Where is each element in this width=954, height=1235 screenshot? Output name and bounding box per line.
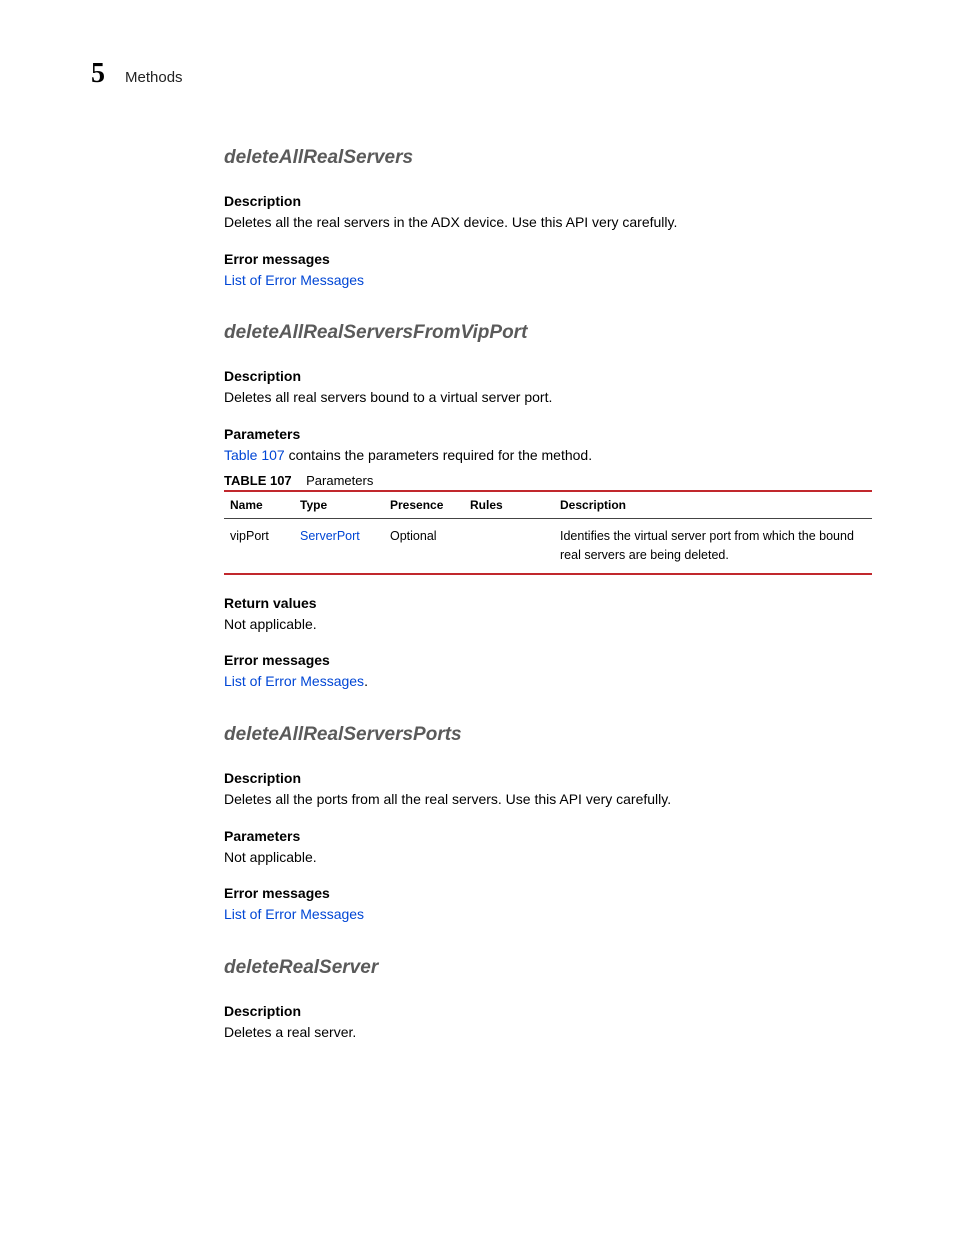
th-presence: Presence (384, 491, 464, 519)
table-caption-label: TABLE 107 (224, 473, 292, 488)
parameters-section: Parameters Not applicable. (224, 828, 872, 868)
error-link-wrapper: List of Error Messages. (224, 672, 872, 692)
description-section: Description Deletes all the real servers… (224, 193, 872, 233)
parameters-text: Not applicable. (224, 848, 872, 868)
description-section: Description Deletes all the ports from a… (224, 770, 872, 810)
parameters-intro: Table 107 contains the parameters requir… (224, 446, 872, 466)
main-content: deleteAllRealServers Description Deletes… (224, 135, 872, 1074)
th-description: Description (554, 491, 872, 519)
method-title: deleteAllRealServersFromVipPort (224, 322, 872, 344)
error-section: Error messages List of Error Messages. (224, 652, 872, 692)
return-label: Return values (224, 595, 872, 611)
description-label: Description (224, 193, 872, 209)
td-name: vipPort (224, 519, 294, 574)
table-row: vipPort ServerPort Optional Identifies t… (224, 519, 872, 574)
description-text: Deletes a real server. (224, 1023, 872, 1043)
method-deleteRealServer: deleteRealServer Description Deletes a r… (224, 957, 872, 1043)
td-rules (464, 519, 554, 574)
table-caption-text: Parameters (306, 473, 373, 488)
td-type: ServerPort (294, 519, 384, 574)
page-header: 5 Methods (91, 58, 183, 90)
parameters-section: Parameters Table 107 contains the parame… (224, 426, 872, 575)
error-section: Error messages List of Error Messages (224, 885, 872, 925)
error-label: Error messages (224, 652, 872, 668)
description-text: Deletes all real servers bound to a virt… (224, 388, 872, 408)
description-label: Description (224, 368, 872, 384)
table-header-row: Name Type Presence Rules Description (224, 491, 872, 519)
th-rules: Rules (464, 491, 554, 519)
description-section: Description Deletes a real server. (224, 1003, 872, 1043)
method-title: deleteAllRealServers (224, 147, 872, 169)
method-deleteAllRealServersFromVipPort: deleteAllRealServersFromVipPort Descript… (224, 322, 872, 692)
parameters-intro-text: contains the parameters required for the… (285, 447, 592, 463)
description-label: Description (224, 1003, 872, 1019)
error-messages-link[interactable]: List of Error Messages (224, 906, 364, 922)
error-messages-link[interactable]: List of Error Messages (224, 673, 364, 689)
method-title: deleteAllRealServersPorts (224, 724, 872, 746)
error-link-wrapper: List of Error Messages (224, 271, 872, 291)
return-section: Return values Not applicable. (224, 595, 872, 635)
method-deleteAllRealServers: deleteAllRealServers Description Deletes… (224, 147, 872, 290)
error-messages-link[interactable]: List of Error Messages (224, 272, 364, 288)
type-link[interactable]: ServerPort (300, 529, 360, 543)
td-description: Identifies the virtual server port from … (554, 519, 872, 574)
parameters-label: Parameters (224, 828, 872, 844)
error-label: Error messages (224, 885, 872, 901)
table-caption: TABLE 107 Parameters (224, 473, 872, 488)
error-label: Error messages (224, 251, 872, 267)
description-text: Deletes all the real servers in the ADX … (224, 213, 872, 233)
th-name: Name (224, 491, 294, 519)
description-section: Description Deletes all real servers bou… (224, 368, 872, 408)
method-deleteAllRealServersPorts: deleteAllRealServersPorts Description De… (224, 724, 872, 925)
table-reference-link[interactable]: Table 107 (224, 447, 285, 463)
method-title: deleteRealServer (224, 957, 872, 979)
description-label: Description (224, 770, 872, 786)
error-suffix: . (364, 673, 368, 689)
header-title: Methods (125, 69, 183, 86)
parameters-table: Name Type Presence Rules Description vip… (224, 490, 872, 575)
parameters-label: Parameters (224, 426, 872, 442)
error-link-wrapper: List of Error Messages (224, 905, 872, 925)
error-section: Error messages List of Error Messages (224, 251, 872, 291)
td-presence: Optional (384, 519, 464, 574)
return-text: Not applicable. (224, 615, 872, 635)
chapter-number: 5 (91, 58, 105, 90)
description-text: Deletes all the ports from all the real … (224, 790, 872, 810)
th-type: Type (294, 491, 384, 519)
